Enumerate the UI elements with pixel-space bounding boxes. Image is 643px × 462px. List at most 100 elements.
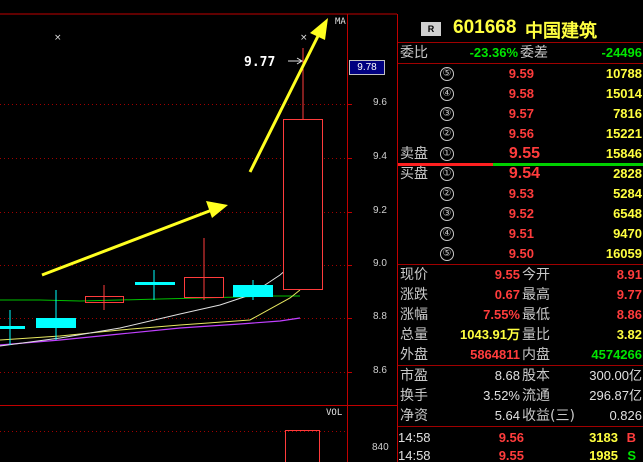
- marker-x-1: ×: [54, 33, 62, 43]
- level-badge: ⑤: [440, 247, 454, 261]
- y-tick-label: 9.6: [373, 97, 387, 108]
- sell-row-3[interactable]: ③ 9.57 7816: [398, 104, 643, 124]
- buy-row-5[interactable]: ⑤ 9.50 16059: [398, 244, 643, 264]
- huanshou-value: 3.52%: [483, 388, 520, 403]
- order-price: 9.56: [508, 126, 534, 141]
- xianjia-value: 9.55: [494, 267, 520, 282]
- candle-5[interactable]: [184, 238, 224, 300]
- buy-row-2[interactable]: ② 9.53 5284: [398, 184, 643, 204]
- jinkai-label: 今开: [522, 267, 550, 283]
- weibi-row: 委比 -23.36% 委差 -24496: [398, 43, 643, 63]
- kline-svg[interactable]: × ×: [0, 0, 397, 462]
- candle-6[interactable]: [233, 280, 273, 300]
- guben-value: 300.00亿: [589, 368, 642, 383]
- buy-row-1[interactable]: 买盘 ① 9.54 2828: [398, 164, 643, 184]
- ma-line-white: [0, 257, 301, 347]
- neipan-label: 内盘: [522, 347, 550, 363]
- stat-row: 市盈 8.68 股本 300.00亿: [398, 366, 643, 386]
- weicha-value: -24496: [601, 45, 642, 60]
- order-volume: 15014: [605, 86, 642, 101]
- tick-time: 14:58: [398, 448, 431, 462]
- tick-volume: 3183: [589, 430, 618, 445]
- marker-x-2: ×: [300, 33, 308, 43]
- order-volume: 7816: [613, 106, 642, 121]
- sell-row-4[interactable]: ④ 9.58 15014: [398, 84, 643, 104]
- divider: [398, 426, 643, 427]
- level-badge: ③: [440, 107, 454, 121]
- tick-volume: 1985: [589, 448, 618, 462]
- candle-7[interactable]: [283, 48, 323, 290]
- sell-row-1[interactable]: 卖盘 ① 9.55 15846: [398, 144, 643, 164]
- y-tick-label: 8.6: [373, 365, 387, 376]
- weibi-value: -23.36%: [469, 45, 518, 60]
- zhangdie-value: 0.67: [494, 287, 520, 302]
- sell-side-label: 卖盘: [400, 146, 428, 162]
- tick-row[interactable]: 14:58 9.56 3183 B: [398, 428, 643, 448]
- level-badge: ⑤: [440, 67, 454, 81]
- order-price: 9.57: [508, 106, 534, 121]
- stat-row: 外盘 5864811 内盘 4574266: [398, 345, 643, 365]
- zuigao-value: 9.77: [616, 287, 642, 302]
- stat-row: 涨跌 0.67 最高 9.77: [398, 285, 643, 305]
- order-price: 9.58: [508, 86, 534, 101]
- level-badge: ④: [440, 227, 454, 241]
- liutong-value: 296.87亿: [589, 388, 642, 403]
- sell-row-2[interactable]: ② 9.56 15221: [398, 124, 643, 144]
- buy-side-label: 买盘: [400, 166, 428, 182]
- zongliang-value: 1043.91万: [460, 327, 520, 342]
- tick-side: B: [626, 430, 636, 445]
- buy-row-4[interactable]: ④ 9.51 9470: [398, 224, 643, 244]
- y-tick-label: 9.4: [373, 151, 387, 162]
- jingzi-label: 净资: [400, 408, 428, 424]
- vol-tick-label: 840: [372, 442, 389, 453]
- order-volume: 16059: [605, 246, 642, 261]
- sell-row-5[interactable]: ⑤ 9.59 10788: [398, 64, 643, 84]
- waipan-label: 外盘: [400, 347, 428, 363]
- volume-bar[interactable]: [285, 430, 320, 462]
- shouyi-value: 0.826: [609, 408, 642, 423]
- shiying-value: 8.68: [494, 368, 520, 383]
- order-volume: 2828: [613, 166, 642, 181]
- stat-row: 净资 5.64 收益(三) 0.826: [398, 406, 643, 426]
- candle-3[interactable]: [85, 285, 124, 310]
- order-price-highlight: 9.55: [508, 145, 540, 162]
- order-price-highlight: 9.54: [508, 165, 540, 182]
- order-price: 9.52: [508, 206, 534, 221]
- level-badge: ③: [440, 207, 454, 221]
- tick-price: 9.55: [498, 448, 524, 462]
- ma-line-yellow: [0, 289, 301, 341]
- zongliang-label: 总量: [400, 327, 428, 343]
- order-price: 9.50: [508, 246, 534, 261]
- jinkai-value: 8.91: [616, 267, 642, 282]
- zuidi-value: 8.86: [616, 307, 642, 322]
- neipan-value: 4574266: [591, 347, 642, 362]
- xianjia-label: 现价: [400, 267, 428, 283]
- order-price: 9.53: [508, 186, 534, 201]
- zhangfu-value: 7.55%: [483, 307, 520, 322]
- level-badge: ②: [440, 127, 454, 141]
- order-volume: 9470: [613, 226, 642, 241]
- current-price-tag: 9.78: [349, 60, 385, 75]
- liangbi-value: 3.82: [616, 327, 642, 342]
- zhangdie-label: 涨跌: [400, 287, 428, 303]
- candle-4[interactable]: [135, 270, 175, 300]
- order-price: 9.59: [508, 66, 534, 81]
- y-tick-label: 9.0: [373, 258, 387, 269]
- stat-row: 涨幅 7.55% 最低 8.86: [398, 305, 643, 325]
- liangbi-label: 量比: [522, 327, 550, 343]
- high-price-annotation: 9.77: [244, 55, 276, 70]
- kline-chart[interactable]: × × MA 9.77 9.78 9.6 9.4 9.2 9.0 8.8 8.6…: [0, 0, 397, 462]
- weicha-label: 委差: [520, 45, 548, 61]
- stat-row: 换手 3.52% 流通 296.87亿: [398, 386, 643, 406]
- level-badge: ①: [440, 147, 454, 161]
- candle-2[interactable]: [36, 290, 76, 340]
- buy-row-3[interactable]: ③ 9.52 6548: [398, 204, 643, 224]
- vol-label: VOL: [326, 408, 343, 418]
- tick-row[interactable]: 14:58 9.55 1985 S: [398, 446, 643, 462]
- stat-row: 现价 9.55 今开 8.91: [398, 265, 643, 285]
- shouyi-label: 收益(三): [522, 408, 575, 424]
- y-tick-label: 8.8: [373, 311, 387, 322]
- tick-time: 14:58: [398, 430, 431, 445]
- ma-label: MA: [335, 17, 346, 27]
- huanshou-label: 换手: [400, 388, 428, 404]
